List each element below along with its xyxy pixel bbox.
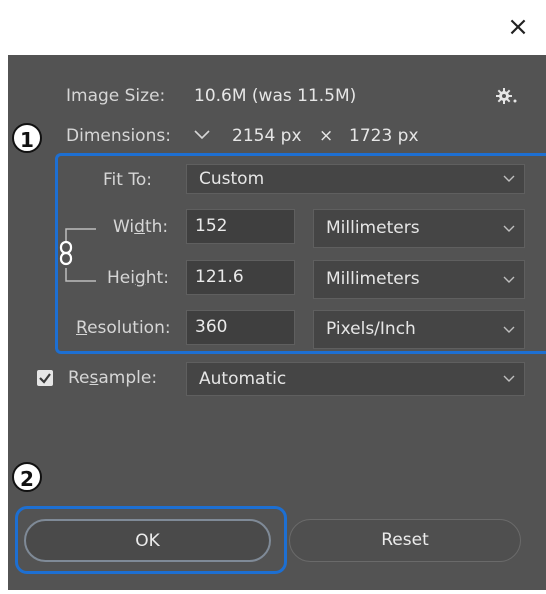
callout-badge-2: 2 [12,462,42,492]
dimensions-width-value: 2154 px [232,126,302,146]
dimensions-unit-dropdown[interactable] [191,123,213,145]
bottom-edge [0,590,546,594]
gear-icon[interactable] [495,87,519,107]
dimensions-label: Dimensions: [66,126,171,146]
reset-button[interactable]: Reset [289,519,521,562]
callout-badge-1: 1 [12,123,42,153]
resample-label-part: Re [68,368,90,388]
resample-method-value: Automatic [199,369,287,389]
dimensions-height-value: 1723 px [349,126,419,146]
close-button[interactable]: × [502,10,534,44]
resample-checkbox[interactable] [37,370,53,386]
resample-label-part: ample: [98,368,158,388]
chevron-down-icon [194,130,210,140]
dialog-titlebar: × [0,0,546,54]
ok-button[interactable]: OK [24,519,271,562]
sizing-fields-highlight [55,153,546,354]
checkmark-icon [39,373,51,384]
dimensions-times-sign: × [319,126,334,146]
resample-label: Resample: [68,368,157,388]
resample-method-select[interactable]: Automatic [186,362,525,396]
chevron-down-icon [503,375,515,382]
image-size-label: Image Size: [66,86,166,106]
image-size-value: 10.6M (was 11.5M) [194,86,357,106]
